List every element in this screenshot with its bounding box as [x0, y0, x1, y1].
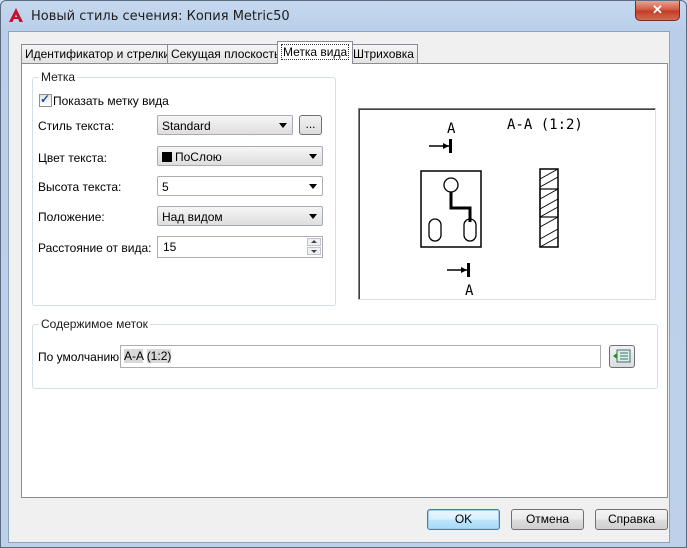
section-view-icon — [539, 168, 559, 248]
field-text: A-A (1:2) — [124, 349, 172, 363]
position-value: Над видом — [162, 210, 223, 224]
label-group-title: Метка — [39, 70, 78, 84]
default-contents-field[interactable]: A-A (1:2) — [120, 345, 601, 368]
preview-bottom-letter: A — [465, 283, 474, 299]
chevron-down-icon — [309, 184, 317, 189]
insert-field-icon — [613, 349, 631, 363]
tab-label: Секущая плоскость — [171, 47, 281, 61]
contents-group-title: Содержимое меток — [39, 317, 150, 331]
tab-view-label[interactable]: Метка вида — [277, 41, 354, 64]
bottom-section-arrow-icon — [447, 263, 470, 277]
text-color-label: Цвет текста: — [38, 151, 108, 165]
field-token-scale: (1:2) — [146, 349, 172, 363]
help-button-label: Справка — [607, 512, 656, 526]
tab-cutting-plane[interactable]: Секущая плоскость — [167, 44, 285, 63]
position-dropdown[interactable]: Над видом — [157, 206, 323, 226]
offset-label: Расстояние от вида: — [38, 241, 152, 255]
text-style-dropdown[interactable]: Standard — [157, 115, 293, 135]
tab-identifier-arrows[interactable]: Идентификатор и стрелки — [21, 44, 175, 63]
dialog-window: Новый стиль сечения: Копия Metric50 ✕ Ид… — [0, 0, 687, 548]
text-height-label: Высота текста: — [38, 180, 122, 194]
preview-panel: A-A (1:2) A A — [358, 108, 656, 300]
position-label: Положение: — [38, 210, 105, 224]
close-icon: ✕ — [652, 2, 663, 17]
text-color-dropdown[interactable]: ПоСлою — [157, 146, 323, 166]
spin-up-icon[interactable] — [307, 238, 321, 246]
show-label-checkbox[interactable] — [39, 92, 52, 107]
cancel-button[interactable]: Отмена — [511, 509, 584, 530]
text-height-combo[interactable]: 5 — [157, 176, 323, 196]
preview-top-letter: A — [447, 121, 456, 137]
chevron-down-icon — [309, 214, 317, 219]
text-style-value: Standard — [162, 119, 211, 133]
help-button[interactable]: Справка — [595, 509, 668, 530]
close-button[interactable]: ✕ — [635, 1, 680, 21]
text-style-label: Стиль текста: — [38, 119, 115, 133]
preview-title-text: A-A (1:2) — [507, 117, 583, 133]
insert-field-button[interactable] — [609, 345, 635, 368]
title-bar: Новый стиль сечения: Копия Metric50 ✕ — [1, 1, 686, 31]
ok-button-label: OK — [454, 512, 473, 526]
part-view-icon — [420, 170, 482, 248]
tab-panel-view-label: Метка Показать метку вида Стиль текста: … — [21, 63, 668, 498]
offset-value: 15 — [163, 240, 177, 254]
cancel-button-label: Отмена — [525, 512, 570, 526]
text-color-value-wrap: ПоСлою — [162, 150, 222, 164]
default-label: По умолчанию: — [38, 350, 123, 364]
field-token-section-id: A-A — [124, 349, 144, 363]
section-preview-drawing: A-A (1:2) A A — [420, 117, 583, 299]
top-section-arrow-icon — [429, 139, 452, 153]
tab-label: Идентификатор и стрелки — [25, 47, 171, 61]
text-color-value: ПоСлою — [175, 150, 222, 164]
tab-label: Метка вида — [281, 44, 350, 60]
text-style-browse-button[interactable]: ... — [299, 115, 322, 135]
ellipsis-icon: ... — [305, 117, 316, 131]
color-swatch-icon — [162, 152, 172, 162]
spin-down-icon[interactable] — [307, 247, 321, 255]
tab-hatch[interactable]: Штриховка — [349, 44, 418, 63]
offset-spinner[interactable]: 15 — [157, 236, 323, 258]
window-title: Новый стиль сечения: Копия Metric50 — [31, 9, 290, 24]
chevron-down-icon — [309, 154, 317, 159]
dialog-client: Идентификатор и стрелки Секущая плоскост… — [8, 31, 670, 543]
chevron-down-icon — [279, 123, 287, 128]
tab-label: Штриховка — [353, 47, 414, 61]
show-label-text: Показать метку вида — [53, 94, 169, 108]
ok-button[interactable]: OK — [427, 509, 500, 530]
autocad-logo-icon — [9, 8, 23, 22]
text-height-value: 5 — [162, 180, 169, 194]
